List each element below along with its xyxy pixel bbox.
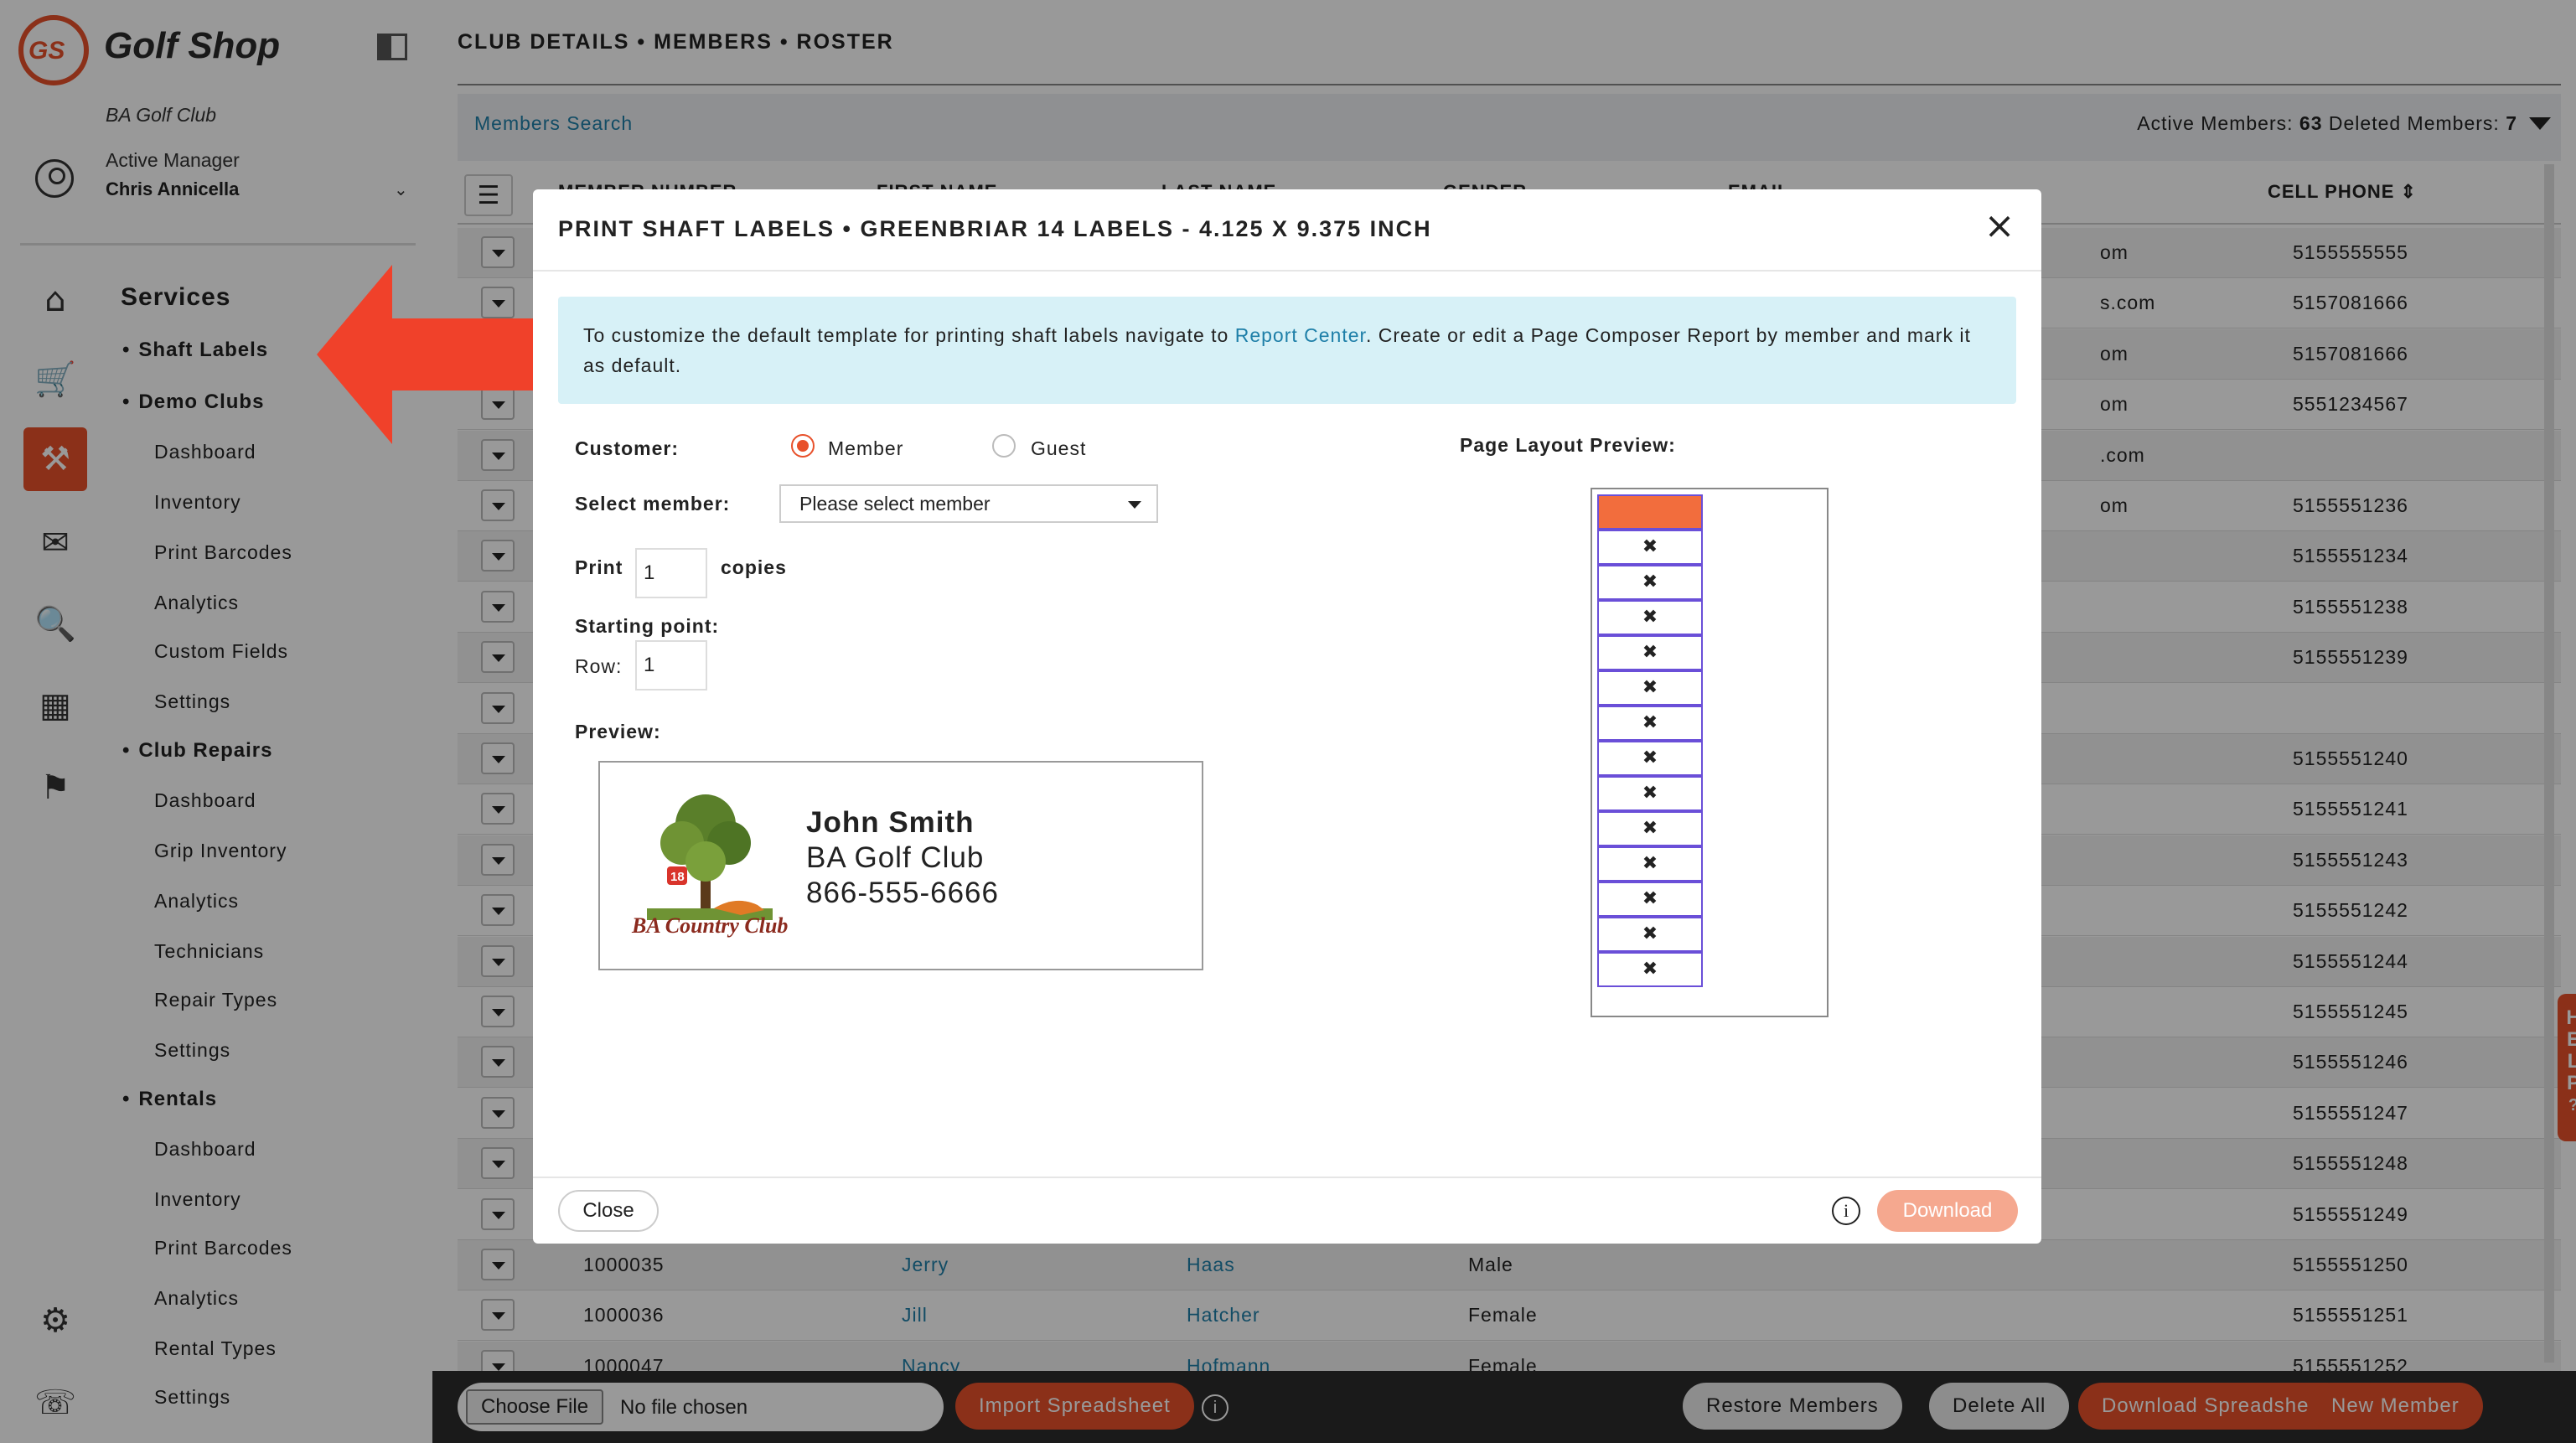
label-slot[interactable]: ✖ [1597, 917, 1703, 952]
logo-text: BA Country Club [632, 913, 789, 938]
report-center-link[interactable]: Report Center [1235, 324, 1366, 346]
print-shaft-labels-dialog: PRINT SHAFT LABELS • GREENBRIAR 14 LABEL… [533, 189, 2041, 1244]
close-icon[interactable]: × [1981, 208, 2018, 246]
copies-input[interactable] [635, 548, 707, 598]
preview-name: John Smith [806, 806, 975, 839]
label-preview: 18 BA Country Club John Smith BA Golf Cl… [598, 761, 1203, 970]
preview-phone: 866-555-6666 [806, 877, 999, 909]
print-label: Print [575, 556, 623, 578]
label-slot[interactable]: ✖ [1597, 670, 1703, 706]
preview-club: BA Golf Club [806, 841, 985, 874]
member-radio-label[interactable]: Member [828, 437, 903, 460]
label-slot[interactable]: ✖ [1597, 600, 1703, 635]
download-button[interactable]: Download [1877, 1190, 2018, 1232]
dialog-header-divider [533, 270, 2041, 272]
select-member-label: Select member: [575, 493, 731, 515]
dialog-footer-divider [533, 1177, 2041, 1178]
label-slot[interactable]: ✖ [1597, 706, 1703, 741]
info-banner: To customize the default template for pr… [558, 297, 2016, 404]
label-slot[interactable]: ✖ [1597, 776, 1703, 811]
label-slot[interactable]: ✖ [1597, 635, 1703, 670]
label-slot-selected[interactable] [1597, 494, 1703, 530]
guest-radio[interactable] [992, 434, 1016, 458]
row-input[interactable] [635, 640, 707, 690]
svg-text:18: 18 [670, 870, 685, 884]
caret-down-icon [1128, 501, 1141, 509]
label-slot[interactable]: ✖ [1597, 846, 1703, 882]
label-slot[interactable]: ✖ [1597, 952, 1703, 987]
label-slot[interactable]: ✖ [1597, 741, 1703, 776]
copies-label: copies [721, 556, 787, 578]
label-slot[interactable]: ✖ [1597, 565, 1703, 600]
guest-radio-label[interactable]: Guest [1031, 437, 1086, 460]
page-layout-preview: ✖ ✖ ✖ ✖ ✖ ✖ ✖ ✖ ✖ ✖ ✖ ✖ ✖ [1591, 488, 1829, 1017]
row-label: Row: [575, 655, 623, 677]
label-slot[interactable]: ✖ [1597, 882, 1703, 917]
label-slot[interactable]: ✖ [1597, 811, 1703, 846]
member-select[interactable]: Please select member [779, 484, 1158, 523]
dialog-title: PRINT SHAFT LABELS • GREENBRIAR 14 LABEL… [558, 216, 1432, 241]
preview-label: Preview: [575, 721, 661, 742]
starting-point-label: Starting point: [575, 615, 720, 637]
member-radio[interactable] [791, 434, 815, 458]
info-icon[interactable]: i [1832, 1197, 1860, 1225]
customer-label: Customer: [575, 437, 680, 459]
close-button[interactable]: Close [558, 1190, 659, 1232]
label-slot[interactable]: ✖ [1597, 530, 1703, 565]
page-layout-label: Page Layout Preview: [1460, 434, 1676, 456]
